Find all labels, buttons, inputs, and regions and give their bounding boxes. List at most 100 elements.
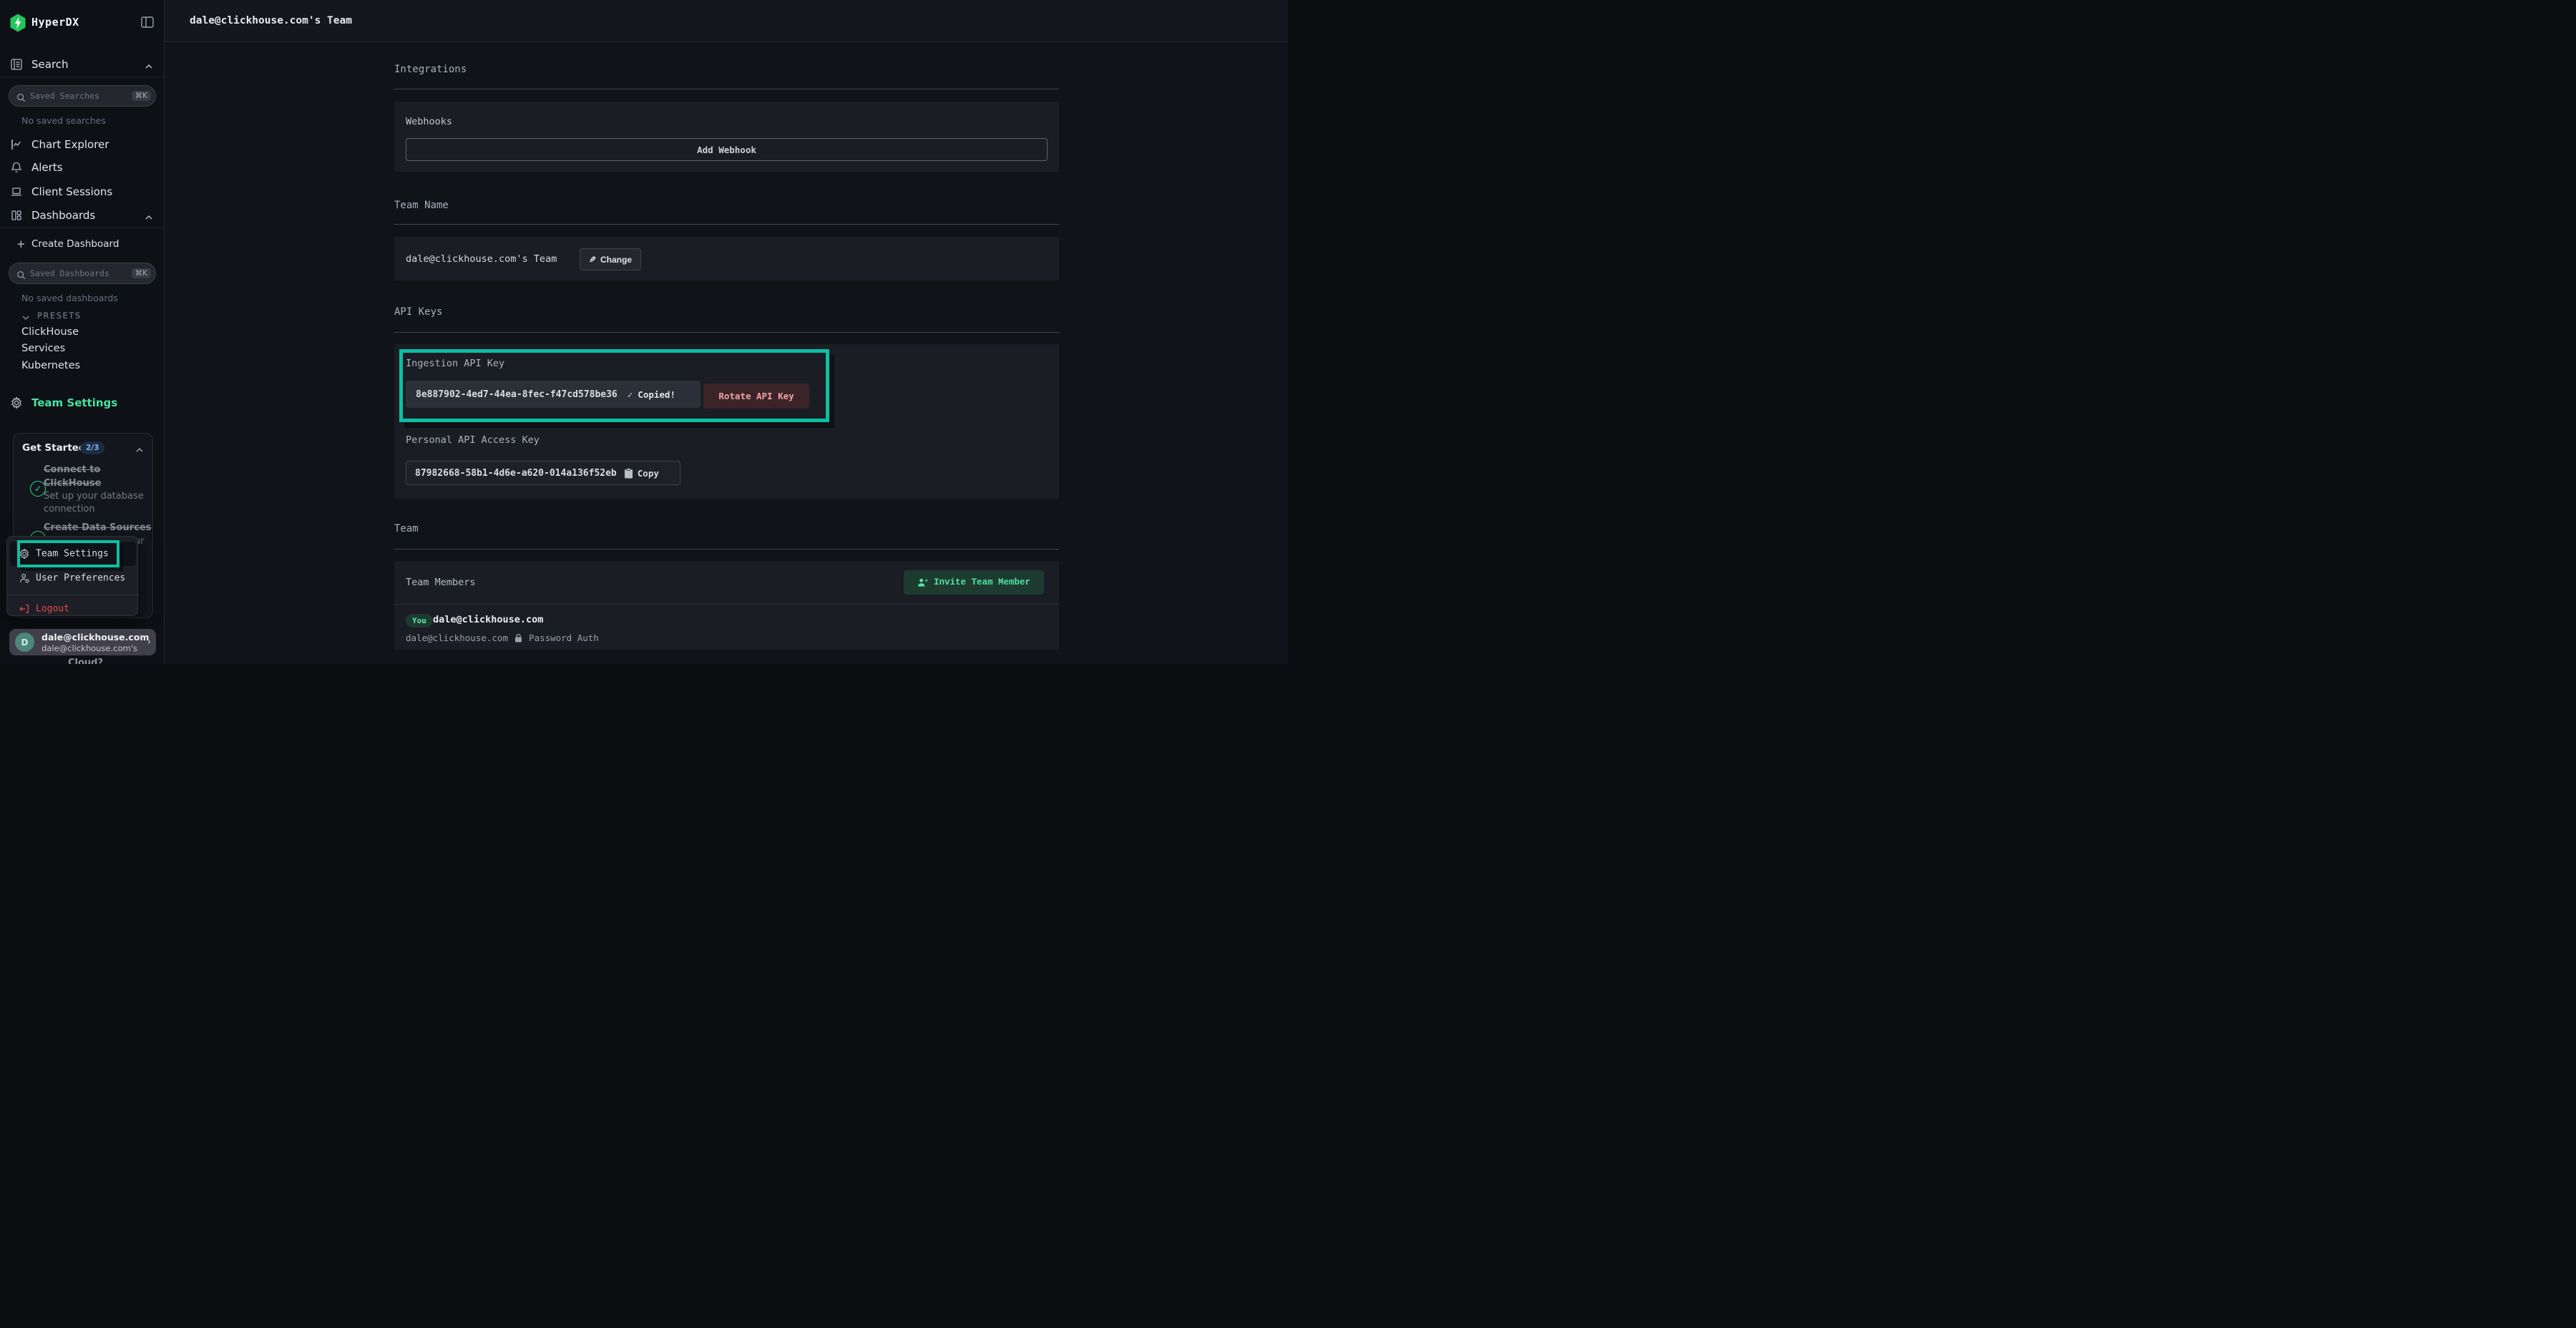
user-plus-icon xyxy=(917,577,928,588)
personal-api-key-chip[interactable]: 87982668-58b1-4d6e-a620-014a136f52eb Cop… xyxy=(406,461,680,485)
member-meta-row: dale@clickhouse.com Password Auth xyxy=(406,633,599,643)
copied-label: Copied! xyxy=(638,389,675,400)
menu-item-team-settings[interactable]: Team Settings xyxy=(10,542,136,566)
team-members-card: Team Members Invite Team Member You dale… xyxy=(394,561,1059,650)
ingestion-api-key-chip[interactable]: 8e887902-4ed7-44ea-8fec-f47cd578be36 ✓ C… xyxy=(406,381,701,408)
presets-toggle[interactable]: PRESETS xyxy=(21,308,150,323)
laptop-icon xyxy=(10,185,23,198)
logout-icon xyxy=(19,603,30,615)
avatar: D xyxy=(15,633,34,652)
menu-item-label: Team Settings xyxy=(36,549,109,560)
preset-kubernetes[interactable]: Kubernetes xyxy=(21,360,80,371)
lock-icon xyxy=(514,633,522,643)
change-team-name-button[interactable]: ✎ Change xyxy=(580,248,641,270)
sidebar-item-label: Dashboards xyxy=(31,209,95,222)
create-dashboard-button[interactable]: + Create Dashboard xyxy=(0,233,165,255)
shortcut-badge: ⌘K xyxy=(132,91,151,102)
team-members-label: Team Members xyxy=(406,577,476,588)
api-keys-card: Ingestion API Key 8e887902-4ed7-44ea-8fe… xyxy=(394,344,1059,499)
gear-icon xyxy=(10,396,23,409)
get-started-item-subtitle: Set up your database connection xyxy=(44,490,148,516)
presets-label: PRESETS xyxy=(37,311,82,321)
collapse-sidebar-icon[interactable] xyxy=(140,15,155,29)
team-settings-label: Team Settings xyxy=(31,396,117,409)
sidebar-item-client-sessions[interactable]: Client Sessions xyxy=(0,181,165,202)
saved-searches-search[interactable]: ⌘K xyxy=(9,85,156,107)
menu-item-label: Logout xyxy=(36,604,69,615)
copied-indicator: ✓ Copied! xyxy=(628,389,675,400)
preset-services[interactable]: Services xyxy=(21,343,65,354)
main-content: Integrations Webhooks Add Webhook Team N… xyxy=(165,42,1288,664)
divider xyxy=(394,604,1059,605)
sidebar-item-dashboards[interactable]: Dashboards xyxy=(0,205,165,226)
sidebar-section-search[interactable]: Search xyxy=(0,52,165,77)
divider xyxy=(394,224,1059,225)
no-saved-searches-note: No saved searches xyxy=(21,115,106,126)
chevron-up-icon[interactable] xyxy=(135,444,144,452)
pencil-icon: ✎ xyxy=(589,255,596,265)
saved-searches-input[interactable] xyxy=(26,91,132,101)
personal-api-key-value: 87982668-58b1-4d6e-a620-014a136f52eb xyxy=(415,468,617,479)
member-email: dale@clickhouse.com xyxy=(406,633,508,643)
dashboards-icon xyxy=(10,209,23,222)
copy-button[interactable]: Copy xyxy=(624,468,659,479)
menu-item-user-preferences[interactable]: User Preferences xyxy=(10,566,136,590)
clipped-sidebar-text: Cloud? xyxy=(68,658,103,664)
chart-explorer-icon xyxy=(10,138,23,151)
section-title-team: Team xyxy=(394,523,895,534)
brand-row: HyperDX xyxy=(0,9,165,37)
webhooks-title: Webhooks xyxy=(406,116,452,127)
team-name-card: dale@clickhouse.com's Team ✎ Change xyxy=(394,237,1059,280)
you-badge: You xyxy=(406,614,433,628)
sidebar-item-chart-explorer[interactable]: Chart Explorer xyxy=(0,134,165,155)
get-started-item-title[interactable]: Connect to ClickHouse xyxy=(44,463,138,490)
sidebar: HyperDX Search ⌘K No saved searches xyxy=(0,0,165,664)
page-title: dale@clickhouse.com's Team xyxy=(190,15,352,26)
create-dashboard-label: Create Dashboard xyxy=(31,238,119,250)
ingestion-api-key-value: 8e887902-4ed7-44ea-8fec-f47cd578be36 xyxy=(416,389,618,400)
divider xyxy=(394,332,1059,333)
webhooks-card: Webhooks Add Webhook xyxy=(394,102,1059,172)
sidebar-item-alerts[interactable]: Alerts xyxy=(0,157,165,178)
sidebar-section-search-label: Search xyxy=(31,58,69,71)
saved-dashboards-search[interactable]: ⌘K xyxy=(9,263,156,284)
menu-item-logout[interactable]: Logout xyxy=(10,597,136,621)
sidebar-item-label: Alerts xyxy=(31,161,63,174)
search-section-icon xyxy=(10,58,23,71)
bell-icon xyxy=(10,161,23,174)
clipboard-icon xyxy=(624,468,633,479)
sidebar-item-team-settings[interactable]: Team Settings xyxy=(0,392,165,414)
saved-dashboards-input[interactable] xyxy=(26,268,132,278)
section-title-api-keys: API Keys xyxy=(394,306,895,318)
account-team-name: dale@clickhouse.com's xyxy=(42,643,137,653)
chevron-up-icon xyxy=(145,211,153,220)
rotate-api-key-button[interactable]: Rotate API Key xyxy=(703,384,809,409)
get-started-item-title[interactable]: Create Data Sources xyxy=(44,521,158,534)
user-gear-icon xyxy=(19,572,30,584)
menu-item-label: User Preferences xyxy=(36,573,125,584)
shortcut-badge: ⌘K xyxy=(132,268,151,279)
app-window: HyperDX Search ⌘K No saved searches xyxy=(0,0,1288,664)
sidebar-item-label: Client Sessions xyxy=(31,185,112,198)
copy-label: Copy xyxy=(638,468,659,479)
personal-api-key-label: Personal API Access Key xyxy=(406,434,540,446)
account-name: dale@clickhouse.com xyxy=(42,632,149,643)
change-label: Change xyxy=(600,255,632,265)
chevron-down-icon xyxy=(21,311,30,320)
search-icon xyxy=(16,92,26,101)
account-chip[interactable]: D dale@clickhouse.com dale@clickhouse.co… xyxy=(9,629,156,655)
page-header: dale@clickhouse.com's Team xyxy=(165,0,1288,42)
gear-icon xyxy=(19,548,30,560)
check-icon: ✓ xyxy=(628,389,633,400)
invite-team-member-button[interactable]: Invite Team Member xyxy=(904,570,1044,595)
get-started-title: Get Started xyxy=(22,442,86,454)
ingestion-api-key-label: Ingestion API Key xyxy=(406,358,504,369)
search-icon xyxy=(16,269,26,278)
sidebar-item-label: Chart Explorer xyxy=(31,138,109,151)
divider xyxy=(394,549,1059,550)
preset-clickhouse[interactable]: ClickHouse xyxy=(21,326,79,338)
hyperdx-logo-icon xyxy=(9,14,26,32)
chevron-up-icon xyxy=(145,60,153,69)
add-webhook-button[interactable]: Add Webhook xyxy=(406,138,1048,161)
section-title-team-name: Team Name xyxy=(394,200,895,211)
